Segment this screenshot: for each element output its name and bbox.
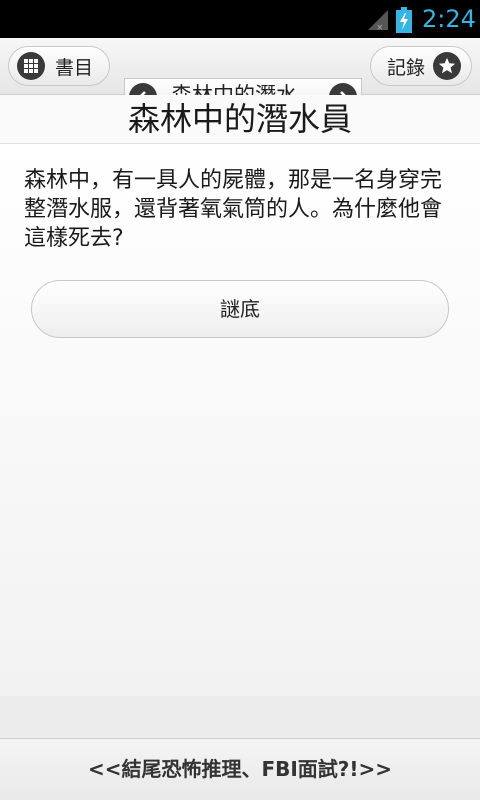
reveal-answer-button[interactable]: 謎底	[31, 280, 449, 338]
question-text: 森林中，有一具人的屍體，那是一名身穿完整潛水服，還背著氧氣筒的人。為什麼他會這樣…	[24, 168, 443, 251]
page-title: 森林中的潛水員	[0, 95, 480, 144]
status-bar: × 2:24	[0, 0, 480, 38]
content-area: 森林中，有一具人的屍體，那是一名身穿完整潛水服，還背著氧氣筒的人。為什麼他會這樣…	[0, 144, 480, 696]
records-button[interactable]: 記錄	[370, 46, 472, 86]
signal-icon: ×	[368, 10, 388, 32]
grid-menu-icon	[17, 52, 45, 80]
records-label: 記錄	[387, 56, 426, 79]
catalog-label: 書目	[55, 56, 94, 79]
battery-charging-icon	[396, 7, 412, 33]
clock: 2:24	[422, 5, 476, 33]
next-puzzle-link[interactable]: <<結尾恐怖推理、FBI面試?!>>	[0, 738, 480, 800]
catalog-button[interactable]: 書目	[8, 46, 110, 86]
svg-text:×: ×	[376, 23, 384, 32]
content-bottom-spacer	[0, 696, 480, 738]
star-icon	[433, 52, 462, 80]
toolbar: 書目 森林中的潛水... 記錄	[0, 38, 480, 114]
